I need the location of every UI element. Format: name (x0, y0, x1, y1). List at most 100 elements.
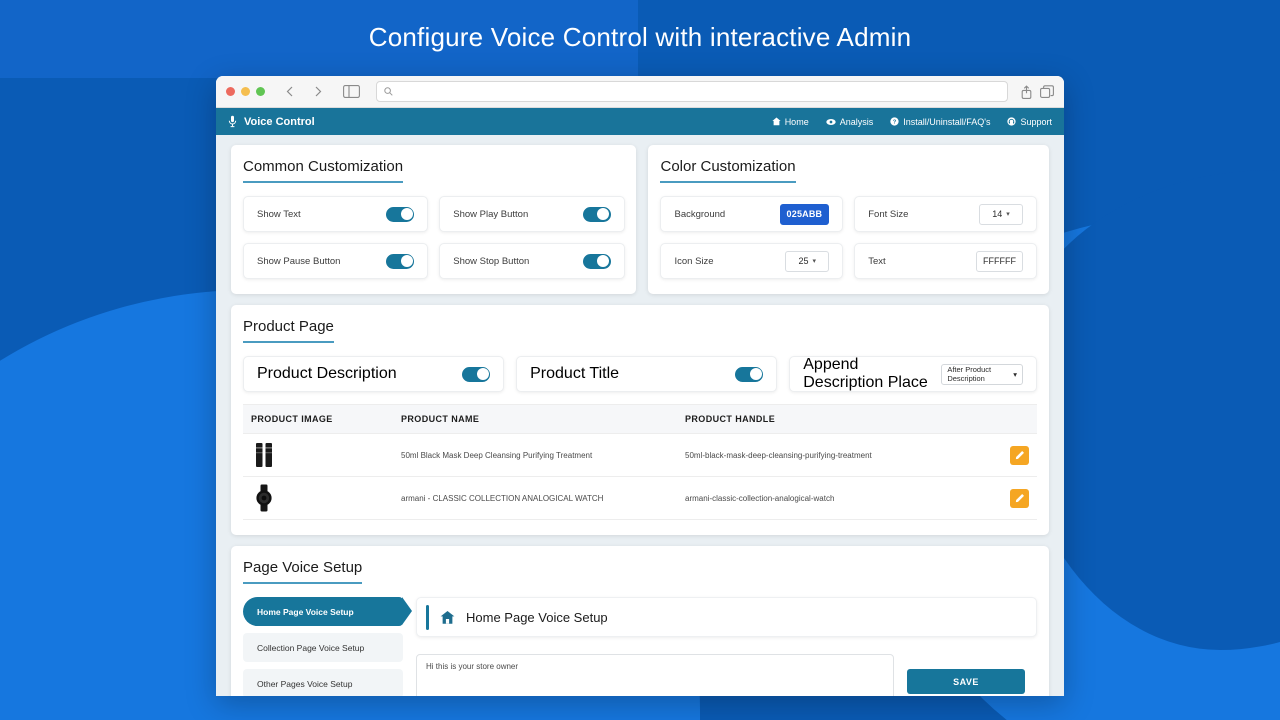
page-voice-setup-tab-list: Home Page Voice Setup Collection Page Vo… (243, 597, 412, 696)
app-content: Common Customization Show Text Show Play… (216, 135, 1064, 696)
color-customization-title: Color Customization (660, 158, 796, 183)
common-customization-title: Common Customization (243, 158, 404, 183)
column-product-handle: PRODUCT HANDLE (677, 404, 997, 434)
share-icon[interactable] (1020, 84, 1033, 99)
back-chevron-icon[interactable] (278, 82, 300, 102)
table-row[interactable]: armani - CLASSIC COLLECTION ANALOGICAL W… (243, 476, 1037, 520)
toggle-knob (400, 208, 413, 220)
table-row[interactable]: 50ml Black Mask Deep Cleansing Purifying… (243, 433, 1037, 477)
icon-size-value: 25 (798, 256, 809, 266)
common-customization-row-2: Show Pause Button Show Stop Button (243, 243, 625, 279)
address-bar[interactable] (376, 81, 1008, 102)
minimize-window-button[interactable] (241, 87, 250, 96)
window-controls[interactable] (226, 87, 265, 96)
text-color-value[interactable]: FFFFFF (976, 250, 1024, 272)
edit-icon[interactable] (1010, 445, 1029, 465)
nav-link-support-label: Support (1020, 116, 1052, 127)
cell-product-name: 50ml Black Mask Deep Cleansing Purifying… (393, 433, 677, 477)
setting-show-stop-button[interactable]: Show Stop Button (439, 243, 625, 279)
tab-home-page-voice-setup[interactable]: Home Page Voice Setup (243, 597, 412, 626)
setting-show-pause-button[interactable]: Show Pause Button (243, 243, 429, 279)
edit-icon[interactable] (1010, 488, 1029, 508)
toggle-show-stop-button[interactable] (582, 253, 611, 269)
nav-link-support[interactable]: Support (1007, 117, 1052, 127)
cell-product-image (243, 476, 393, 520)
setting-text-color[interactable]: Text FFFFFF (854, 243, 1038, 279)
toggle-knob (749, 368, 762, 380)
toggle-show-pause-button[interactable] (386, 253, 415, 269)
chevron-down-icon: ▾ (1006, 211, 1010, 218)
products-table-body: 50ml Black Mask Deep Cleansing Purifying… (243, 433, 1037, 520)
common-customization-card: Common Customization Show Text Show Play… (231, 145, 637, 294)
cell-product-handle: 50ml-black-mask-deep-cleansing-purifying… (677, 433, 997, 477)
sidebar-toggle-icon[interactable] (338, 82, 364, 101)
cell-actions (997, 476, 1037, 520)
tab-other-pages-voice-setup-label: Other Pages Voice Setup (257, 678, 353, 689)
setting-font-size-label: Font Size (868, 208, 909, 220)
save-button[interactable]: SAVE (907, 669, 1025, 694)
panel-heading: Home Page Voice Setup (466, 609, 608, 625)
toggle-product-title[interactable] (735, 366, 764, 382)
append-description-place-value: After Product Description (947, 365, 992, 383)
nav-link-install-uninstall-faqs[interactable]: ? Install/Uninstall/FAQ's (890, 117, 990, 127)
color-customization-row-1: Background 025ABB Font Size 14 ▾ (660, 196, 1038, 232)
tab-other-pages-voice-setup[interactable]: Other Pages Voice Setup (243, 669, 403, 696)
black-analog-watch-thumbnail (251, 484, 297, 512)
voice-text-input[interactable] (416, 654, 894, 696)
chrome-right-actions (1020, 84, 1054, 99)
svg-text:?: ? (893, 120, 897, 126)
setting-background-color-label: Background (674, 208, 726, 220)
cell-product-name: armani - CLASSIC COLLECTION ANALOGICAL W… (393, 476, 677, 520)
cell-product-image (243, 433, 393, 477)
tab-collection-page-voice-setup-label: Collection Page Voice Setup (257, 642, 365, 653)
toggle-show-play-button[interactable] (582, 206, 611, 222)
toggle-knob (597, 255, 609, 267)
toggle-show-text[interactable] (386, 206, 415, 222)
setting-show-pause-button-label: Show Pause Button (257, 255, 341, 267)
app-navbar: Voice Control Home Analysis ? Install/Un… (216, 108, 1064, 135)
page-voice-setup-panel: Home Page Voice Setup SAVE (416, 597, 1037, 696)
setting-background-color[interactable]: Background 025ABB (660, 196, 844, 232)
search-icon (384, 87, 393, 96)
toggle-product-description[interactable] (462, 366, 491, 382)
setting-product-description[interactable]: Product Description (243, 356, 505, 392)
cell-product-handle: armani-classic-collection-analogical-wat… (677, 476, 997, 520)
products-table: PRODUCT IMAGE PRODUCT NAME PRODUCT HANDL… (243, 404, 1037, 520)
setting-product-description-label: Product Description (257, 365, 397, 382)
product-page-title: Product Page (243, 318, 334, 343)
forward-chevron-icon[interactable] (307, 82, 329, 102)
chevron-down-icon: ▾ (1013, 369, 1017, 379)
app-brand-label: Voice Control (244, 115, 315, 128)
app-brand[interactable]: Voice Control (228, 115, 315, 128)
setting-show-text[interactable]: Show Text (243, 196, 429, 232)
black-mask-tubes-thumbnail (251, 441, 297, 469)
setting-product-title[interactable]: Product Title (516, 356, 778, 392)
page-voice-setup-card: Page Voice Setup Home Page Voice Setup C… (231, 546, 1049, 696)
setting-icon-size[interactable]: Icon Size 25 ▾ (660, 243, 844, 279)
append-description-place-select[interactable]: After Product Description ▾ (941, 363, 1023, 385)
background-color-value[interactable]: 025ABB (779, 203, 830, 225)
nav-link-analysis[interactable]: Analysis (826, 117, 873, 127)
question-circle-icon: ? (890, 117, 899, 126)
products-table-header-row: PRODUCT IMAGE PRODUCT NAME PRODUCT HANDL… (243, 404, 1037, 434)
cell-actions (997, 433, 1037, 477)
product-page-toggles-row: Product Description Product Title Append… (243, 356, 1037, 392)
setting-font-size[interactable]: Font Size 14 ▾ (854, 196, 1038, 232)
setting-show-play-button[interactable]: Show Play Button (439, 196, 625, 232)
setting-append-description-place-label: Append Description Place (803, 356, 928, 391)
nav-link-home[interactable]: Home (772, 117, 809, 127)
nav-link-home-label: Home (784, 116, 809, 127)
font-size-select[interactable]: 14 ▾ (979, 203, 1024, 225)
close-window-button[interactable] (226, 87, 235, 96)
customization-cards-row: Common Customization Show Text Show Play… (231, 145, 1049, 294)
setting-append-description-place[interactable]: Append Description Place After Product D… (789, 356, 1037, 392)
home-icon (772, 117, 781, 126)
column-actions (997, 404, 1037, 434)
font-size-value: 14 (992, 209, 1003, 219)
setting-show-play-button-label: Show Play Button (453, 208, 529, 220)
icon-size-select[interactable]: 25 ▾ (785, 250, 830, 272)
tab-overview-icon[interactable] (1040, 84, 1054, 99)
products-table-head: PRODUCT IMAGE PRODUCT NAME PRODUCT HANDL… (243, 404, 1037, 434)
tab-collection-page-voice-setup[interactable]: Collection Page Voice Setup (243, 633, 403, 662)
maximize-window-button[interactable] (256, 87, 265, 96)
